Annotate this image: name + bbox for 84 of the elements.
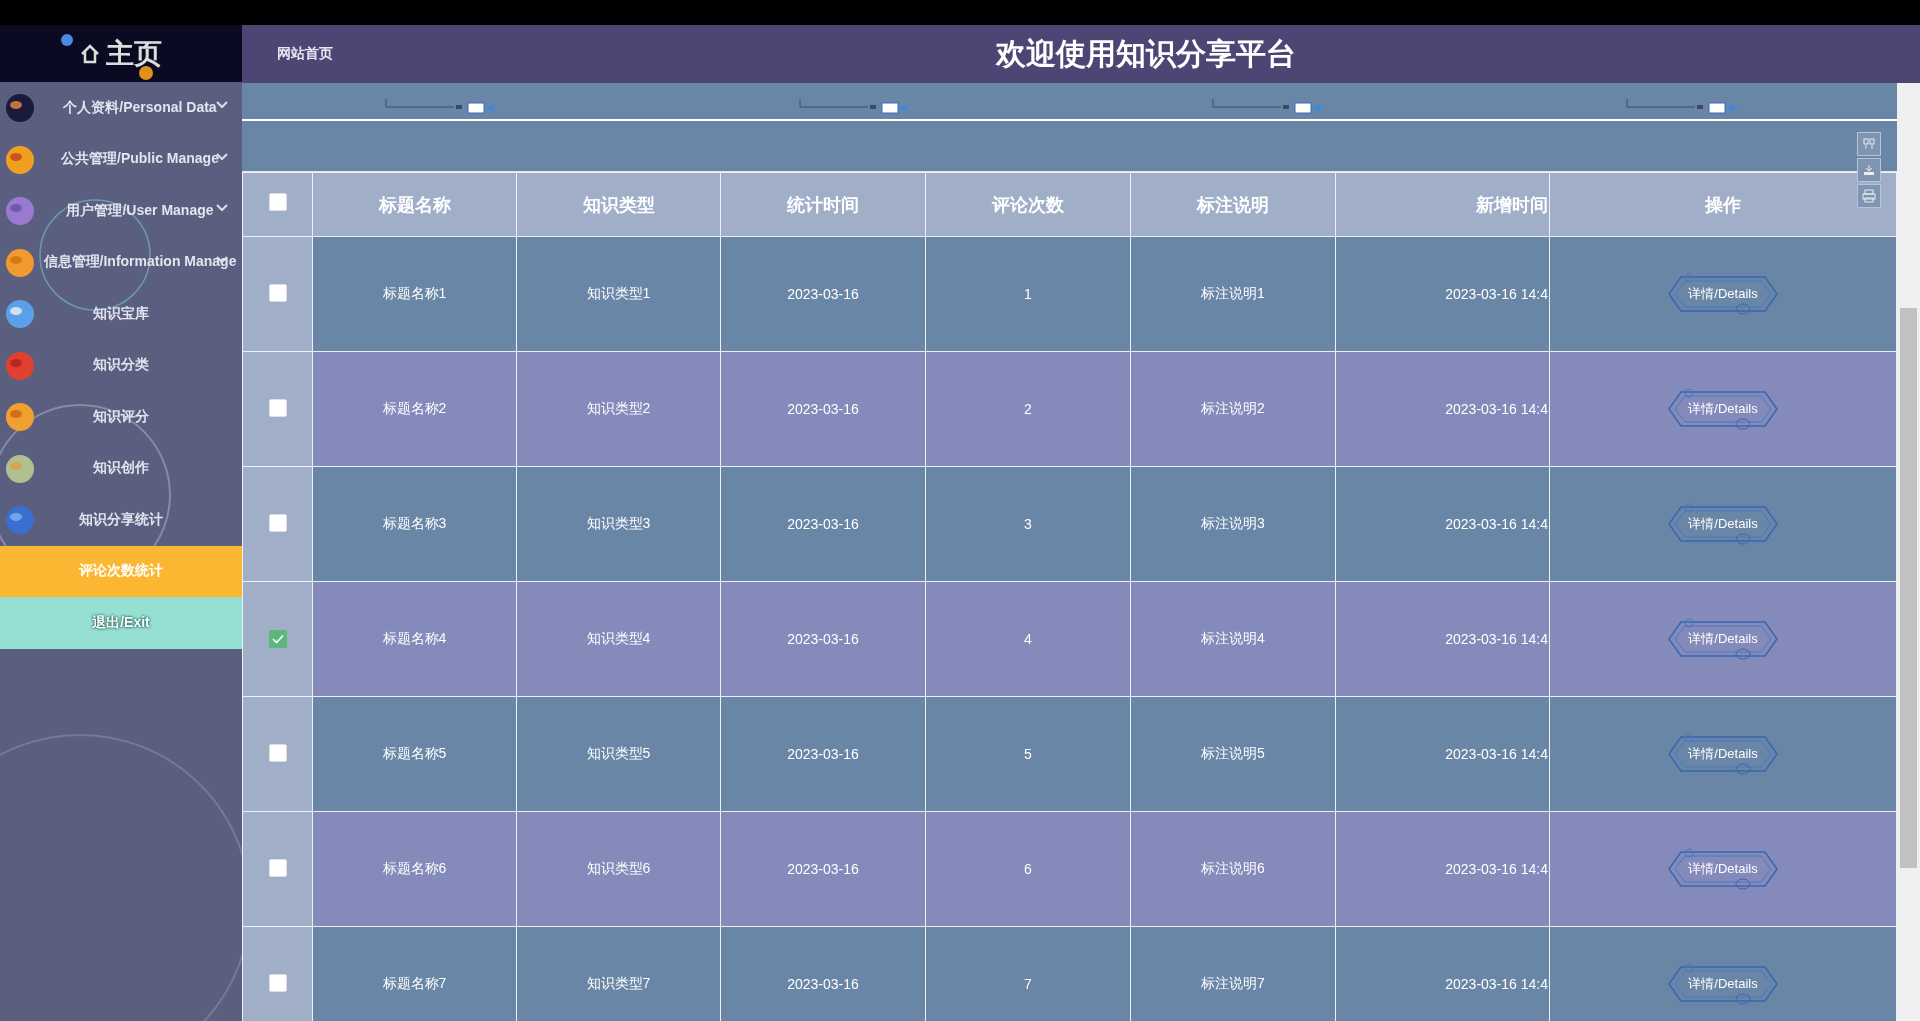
menu-item[interactable]: 知识分类: [0, 339, 242, 391]
table-cell: 2023-03-16: [787, 516, 859, 532]
table-cell: 2023-03-16: [787, 861, 859, 877]
table-cell: 5: [1024, 746, 1032, 762]
menu-item[interactable]: 个人资料/Personal Data: [0, 82, 242, 134]
menu-item[interactable]: 用户管理/User Manage: [0, 185, 242, 237]
table-cell: 2023-03-16 14:4: [1445, 516, 1548, 532]
table-cell: 2: [1024, 401, 1032, 417]
table-cell: 标注说明4: [1201, 630, 1265, 646]
table-cell: 标注说明1: [1201, 285, 1265, 301]
column-header: 标注说明: [1197, 194, 1269, 215]
table-cell: 标题名称4: [382, 630, 447, 646]
table-cell: 标注说明5: [1201, 745, 1265, 761]
columns-button[interactable]: [1857, 132, 1881, 156]
column-header: 标题名称: [378, 194, 451, 215]
table-cell: 2023-03-16: [787, 631, 859, 647]
column-header: 新增时间: [1476, 194, 1548, 215]
table-cell: 标题名称5: [382, 745, 447, 761]
table-cell: 知识类型4: [586, 630, 651, 646]
menu-item[interactable]: 公共管理/Public Manage: [0, 133, 242, 185]
planet-icon: [4, 349, 36, 382]
table-cell: 6: [1024, 861, 1032, 877]
planet-icon: [4, 298, 36, 330]
table-cell: 2023-03-16 14:4: [1445, 401, 1548, 417]
table-cell: 7: [1024, 976, 1032, 992]
export-button[interactable]: [1857, 158, 1881, 182]
planet-icon: [4, 504, 36, 536]
menu-item[interactable]: 知识创作: [0, 442, 242, 494]
table-cell: 2023-03-16 14:4: [1445, 286, 1548, 302]
page-title: 欢迎使用知识分享平台: [996, 36, 1296, 70]
table-cell: 知识类型1: [586, 285, 651, 301]
table-cell: 知识类型6: [586, 860, 651, 876]
table-cell: 2023-03-16: [787, 286, 859, 302]
table-cell: 标注说明2: [1201, 400, 1265, 416]
column-header: 知识类型: [582, 194, 655, 215]
logo-text[interactable]: 主页: [106, 34, 162, 73]
print-icon: [1862, 189, 1876, 203]
table-cell: 1: [1024, 286, 1032, 302]
menu-item[interactable]: 知识评分: [0, 391, 242, 443]
table-cell: 知识类型3: [586, 515, 651, 531]
chevron-down-icon: [216, 101, 228, 109]
home-link[interactable]: 网站首页: [277, 45, 333, 63]
check-icon: [271, 634, 284, 644]
table-cell: 标注说明7: [1201, 975, 1265, 991]
table-cell: 标题名称6: [382, 860, 447, 876]
table-cell: 知识类型7: [586, 975, 651, 991]
menu-item[interactable]: 知识分享统计: [0, 494, 242, 546]
table-cell: 标注说明3: [1201, 515, 1265, 531]
table-cell: 2023-03-16: [787, 401, 859, 417]
table-cell: 2023-03-16: [787, 976, 859, 992]
columns-icon: [1862, 137, 1876, 151]
menu-item[interactable]: 信息管理/Information Manage: [0, 236, 242, 288]
chevron-down-icon: [216, 255, 228, 264]
chevron-down-icon: [216, 204, 228, 212]
planet-icon: [4, 92, 36, 124]
planet-icon: [60, 33, 74, 47]
planet-icon: [4, 401, 36, 433]
table-cell: 2023-03-16 14:4: [1445, 746, 1548, 762]
table-cell: 知识类型2: [586, 400, 651, 416]
checkbox[interactable]: [268, 630, 287, 648]
table-cell: 2023-03-16 14:4: [1445, 976, 1548, 992]
print-button[interactable]: [1857, 184, 1881, 208]
menu-item[interactable]: 知识宝库: [0, 288, 242, 340]
table-cell: 2023-03-16 14:4: [1445, 631, 1548, 647]
table-cell: 标题名称1: [382, 285, 447, 301]
table-cell: 3: [1024, 516, 1032, 532]
table-cell: 标题名称2: [382, 400, 447, 416]
planet-icon: [4, 246, 36, 279]
table-cell: 2023-03-16: [787, 746, 859, 762]
home-icon: [80, 43, 100, 64]
table-cell: 2023-03-16 14:4: [1445, 861, 1548, 877]
planet-icon: [4, 195, 36, 227]
table-cell: 知识类型5: [586, 745, 651, 761]
planet-icon: [4, 143, 36, 176]
table-cell: 标题名称3: [382, 515, 447, 531]
table-cell: 标注说明6: [1201, 860, 1265, 876]
column-header: 统计时间: [787, 194, 859, 215]
table-cell: 标题名称7: [382, 975, 447, 991]
table-cell: 4: [1024, 631, 1032, 647]
planet-icon: [4, 452, 36, 485]
scrollbar[interactable]: [1897, 83, 1920, 1021]
column-header: 操作: [1705, 194, 1741, 215]
column-header: 评论次数: [992, 194, 1064, 215]
export-icon: [1862, 163, 1876, 177]
